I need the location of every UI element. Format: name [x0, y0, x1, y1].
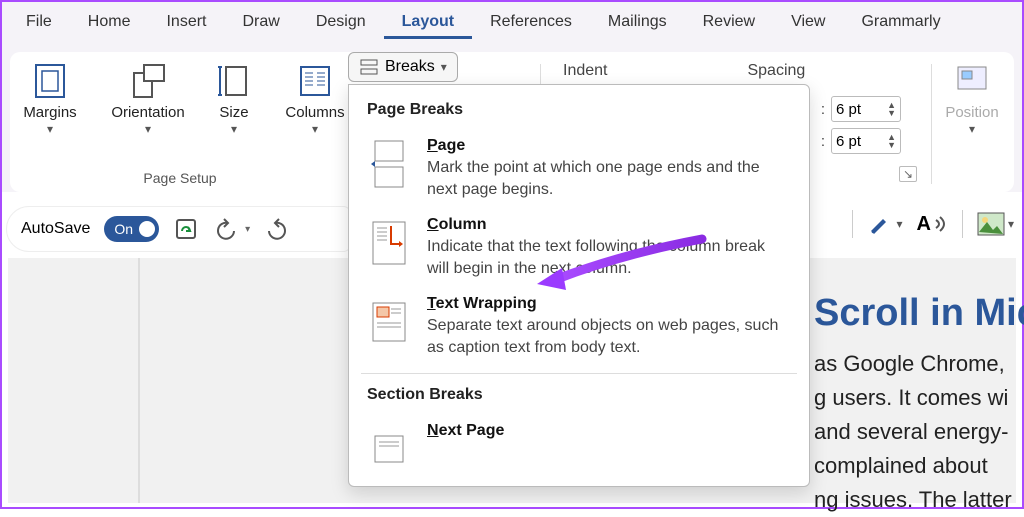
breaks-menu: Page Breaks Page Mark the point at which… [348, 84, 810, 487]
chevron-down-icon: ▾ [145, 123, 151, 135]
autosave-toggle[interactable]: On [104, 216, 159, 242]
size-label: Size [219, 104, 248, 121]
next-page-icon [367, 422, 411, 476]
breaks-dropdown-button[interactable]: Breaks ▾ [348, 52, 458, 82]
read-aloud-button[interactable]: A [917, 213, 948, 236]
margins-label: Margins [23, 104, 76, 121]
next-page-title: Next Page [427, 422, 791, 440]
group-page-setup: Margins ▾ Orientation ▾ Size ▾ [20, 60, 340, 188]
orientation-label: Orientation [111, 104, 184, 121]
pen-icon [867, 211, 893, 237]
indent-heading: Indent [563, 62, 607, 80]
spacing-before-input[interactable]: 6 pt ▲▼ [831, 96, 901, 122]
picture-icon [977, 212, 1005, 236]
column-break-title: Column [427, 216, 791, 234]
position-button[interactable]: Position ▾ [942, 60, 1002, 135]
menu-item-text-wrapping-break[interactable]: Text Wrapping Separate text around objec… [349, 287, 809, 366]
chevron-down-icon: ▾ [312, 123, 318, 135]
autosave-toggle-label: On [114, 221, 133, 237]
page-setup-caption: Page Setup [20, 170, 340, 186]
ribbon-tabs: File Home Insert Draw Design Layout Refe… [2, 2, 1022, 42]
size-button[interactable]: Size ▾ [206, 60, 262, 135]
page-break-title: Page [427, 137, 791, 155]
tab-view[interactable]: View [773, 5, 843, 39]
text-wrapping-desc: Separate text around objects on web page… [427, 315, 791, 358]
spacing-heading: Spacing [747, 62, 805, 80]
column-break-icon [367, 216, 411, 270]
breaks-icon [359, 57, 379, 77]
ribbon: Margins ▾ Orientation ▾ Size ▾ [2, 42, 1022, 192]
size-icon [213, 60, 255, 102]
orientation-icon [127, 60, 169, 102]
menu-heading-section-breaks: Section Breaks [349, 380, 809, 414]
spacing-before-value: 6 pt [836, 101, 861, 118]
page-edge [138, 258, 140, 503]
page-break-icon [367, 137, 411, 191]
chevron-down-icon: ▾ [969, 123, 975, 135]
spacing-after-input[interactable]: 6 pt ▲▼ [831, 128, 901, 154]
undo-button[interactable] [213, 216, 239, 242]
orientation-button[interactable]: Orientation ▾ [108, 60, 188, 135]
columns-label: Columns [285, 104, 344, 121]
sound-icon [934, 214, 948, 234]
menu-item-column-break[interactable]: Column Indicate that the text following … [349, 208, 809, 287]
group-arrange: Position ▾ [940, 60, 1004, 188]
autosave-label: AutoSave [21, 220, 90, 238]
document-body: as Google Chrome, g users. It comes wi a… [814, 347, 1012, 517]
chevron-down-icon: ▾ [441, 61, 447, 73]
tab-grammarly[interactable]: Grammarly [843, 5, 958, 39]
margins-button[interactable]: Margins ▾ [10, 60, 90, 135]
tab-mailings[interactable]: Mailings [590, 5, 685, 39]
tab-insert[interactable]: Insert [148, 5, 224, 39]
menu-item-next-page[interactable]: Next Page [349, 414, 809, 476]
paragraph-dialog-launcher[interactable]: ↘ [899, 166, 917, 182]
page-break-desc: Mark the point at which one page ends an… [427, 157, 791, 200]
breaks-label: Breaks [385, 58, 435, 76]
tab-design[interactable]: Design [298, 5, 384, 39]
chevron-down-icon: ▾ [231, 123, 237, 135]
redo-button[interactable] [264, 216, 290, 242]
save-sync-icon[interactable] [173, 216, 199, 242]
columns-icon [294, 60, 336, 102]
spacing-after-value: 6 pt [836, 133, 861, 150]
tab-layout[interactable]: Layout [384, 5, 472, 39]
undo-chevron-icon[interactable]: ▾ [245, 224, 250, 235]
tab-file[interactable]: File [8, 5, 70, 39]
toggle-knob [139, 221, 155, 237]
position-icon [951, 60, 993, 102]
tab-home[interactable]: Home [70, 5, 149, 39]
tab-draw[interactable]: Draw [224, 5, 297, 39]
right-toolbar: ▾ A ▾ [852, 210, 1014, 238]
editor-button[interactable]: ▾ [867, 211, 902, 237]
position-label: Position [945, 104, 998, 121]
columns-button[interactable]: Columns ▾ [280, 60, 350, 135]
picture-button[interactable]: ▾ [977, 212, 1014, 236]
document-heading: Scroll in Mic [814, 292, 1024, 335]
text-wrapping-icon [367, 295, 411, 349]
tab-review[interactable]: Review [685, 5, 773, 39]
menu-item-page-break[interactable]: Page Mark the point at which one page en… [349, 129, 809, 208]
margins-icon [29, 60, 71, 102]
quick-access-toolbar: AutoSave On ▾ [6, 206, 351, 252]
chevron-down-icon: ▾ [47, 123, 53, 135]
menu-heading-page-breaks: Page Breaks [349, 95, 809, 129]
column-break-desc: Indicate that the text following the col… [427, 236, 791, 279]
tab-references[interactable]: References [472, 5, 590, 39]
text-wrapping-title: Text Wrapping [427, 295, 791, 313]
